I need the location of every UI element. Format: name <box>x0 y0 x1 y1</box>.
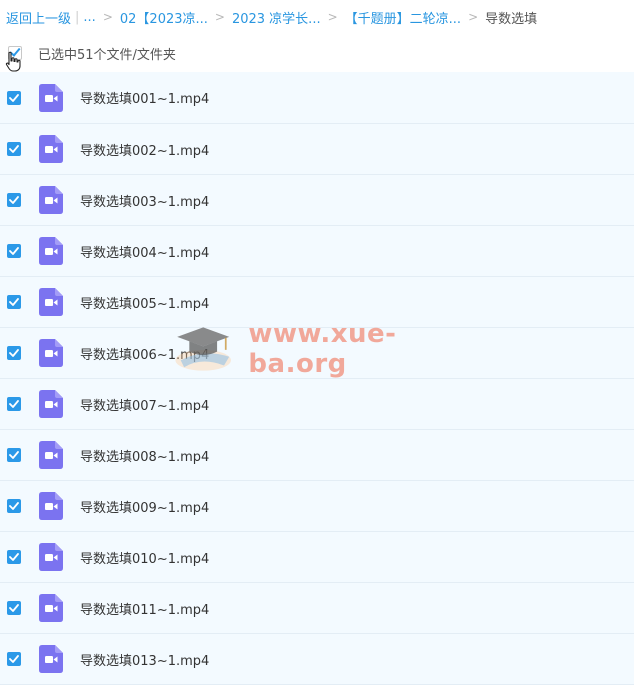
hand-pointer-icon <box>5 51 21 72</box>
checkmark-icon <box>9 553 19 561</box>
video-file-icon <box>39 83 63 112</box>
file-name[interactable]: 导数选填004~1.mp4 <box>80 242 209 261</box>
file-row[interactable]: 导数选填002~1.mp4 <box>0 124 634 175</box>
file-name[interactable]: 导数选填013~1.mp4 <box>80 650 209 669</box>
file-checkbox[interactable] <box>7 499 21 513</box>
file-name[interactable]: 导数选填001~1.mp4 <box>80 88 209 107</box>
breadcrumb-divider: | <box>75 9 80 25</box>
video-file-icon <box>39 543 63 571</box>
video-file-icon <box>39 390 63 418</box>
checkmark-icon <box>9 451 19 459</box>
checkmark-icon <box>9 502 19 510</box>
file-row[interactable]: 导数选填004~1.mp4 <box>0 226 634 277</box>
file-row[interactable]: 导数选填009~1.mp4 <box>0 481 634 532</box>
file-name[interactable]: 导数选填002~1.mp4 <box>80 140 209 159</box>
video-file-icon <box>39 135 63 163</box>
file-row[interactable]: 导数选填013~1.mp4 <box>0 634 634 685</box>
video-file-icon <box>39 492 63 520</box>
checkmark-icon <box>9 349 19 357</box>
file-checkbox[interactable] <box>7 550 21 564</box>
video-file-icon <box>39 186 63 214</box>
checkmark-icon <box>9 145 19 153</box>
chevron-right-icon: > <box>468 10 479 24</box>
file-name[interactable]: 导数选填006~1.mp4 <box>80 344 209 363</box>
file-row[interactable]: 导数选填006~1.mp4 <box>0 328 634 379</box>
file-row[interactable]: 导数选填008~1.mp4 <box>0 430 634 481</box>
file-name[interactable]: 导数选填011~1.mp4 <box>80 599 209 618</box>
file-row[interactable]: 导数选填007~1.mp4 <box>0 379 634 430</box>
checkmark-icon <box>9 93 19 102</box>
video-file-icon <box>39 288 63 316</box>
breadcrumb-ellipsis[interactable]: ... <box>83 10 95 25</box>
file-row[interactable]: 导数选填010~1.mp4 <box>0 532 634 583</box>
file-row[interactable]: 导数选填003~1.mp4 <box>0 175 634 226</box>
video-file-icon <box>39 645 63 673</box>
file-name[interactable]: 导数选填008~1.mp4 <box>80 446 209 465</box>
breadcrumb-item-1[interactable]: 02【2023凉... <box>120 8 208 27</box>
file-checkbox[interactable] <box>7 193 21 207</box>
chevron-right-icon: > <box>102 10 113 24</box>
video-file-icon <box>39 441 63 469</box>
breadcrumb-item-3[interactable]: 【千题册】二轮凉... <box>345 8 461 27</box>
file-checkbox[interactable] <box>7 295 21 309</box>
file-checkbox[interactable] <box>7 397 21 411</box>
video-file-icon <box>39 339 63 367</box>
file-checkbox[interactable] <box>7 652 21 666</box>
file-checkbox[interactable] <box>7 346 21 360</box>
chevron-right-icon: > <box>214 10 225 24</box>
breadcrumb: 返回上一级 | ... > 02【2023凉... > 2023 凉学长... … <box>6 8 630 27</box>
video-file-icon <box>39 237 63 265</box>
chevron-right-icon: > <box>327 10 338 24</box>
file-row[interactable]: 导数选填011~1.mp4 <box>0 583 634 634</box>
checkmark-icon <box>9 247 19 255</box>
back-link[interactable]: 返回上一级 <box>6 8 71 27</box>
file-name[interactable]: 导数选填003~1.mp4 <box>80 191 209 210</box>
file-name[interactable]: 导数选填007~1.mp4 <box>80 395 209 414</box>
checkmark-icon <box>9 400 19 408</box>
breadcrumb-item-2[interactable]: 2023 凉学长... <box>232 8 321 27</box>
file-checkbox[interactable] <box>7 244 21 258</box>
breadcrumb-current: 导数选填 <box>485 11 538 27</box>
checkmark-icon <box>9 298 19 306</box>
checkmark-icon <box>9 196 19 204</box>
file-name[interactable]: 导数选填009~1.mp4 <box>80 497 209 516</box>
checkmark-icon <box>9 604 19 612</box>
file-checkbox[interactable] <box>7 601 21 615</box>
file-row[interactable]: 导数选填005~1.mp4 <box>0 277 634 328</box>
file-checkbox[interactable] <box>7 90 21 105</box>
selection-bar: 已选中51个文件/文件夹 <box>0 40 634 72</box>
file-checkbox[interactable] <box>7 448 21 462</box>
file-row[interactable]: 导数选填001~1.mp4 <box>0 72 634 124</box>
checkmark-icon <box>9 655 19 663</box>
file-list: 导数选填001~1.mp4 导数选填002~1.mp4 导数选填003~1.mp4 导… <box>0 72 634 685</box>
selection-count-text: 已选中51个文件/文件夹 <box>38 47 176 63</box>
file-checkbox[interactable] <box>7 142 21 156</box>
file-name[interactable]: 导数选填005~1.mp4 <box>80 293 209 312</box>
video-file-icon <box>39 594 63 622</box>
file-name[interactable]: 导数选填010~1.mp4 <box>80 548 209 567</box>
